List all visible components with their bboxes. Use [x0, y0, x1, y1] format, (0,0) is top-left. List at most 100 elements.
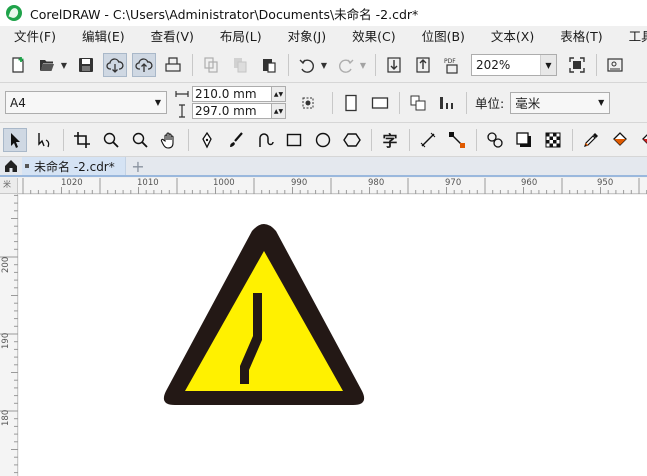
pick-tool-button[interactable]: [3, 128, 27, 152]
page-height-input[interactable]: 297.0 mm: [192, 103, 272, 119]
text-tool-button[interactable]: 字: [378, 128, 402, 152]
open-dropdown-arrow[interactable]: ▼: [60, 53, 68, 77]
folder-open-icon: [40, 60, 54, 71]
drop-shadow-button[interactable]: [512, 128, 536, 152]
menu-bitmaps[interactable]: 位图(B): [416, 26, 471, 48]
zoom-dropdown-arrow[interactable]: ▼: [540, 55, 556, 75]
landscape-icon: [371, 96, 389, 109]
ruler-label: 990: [291, 178, 308, 188]
page-width-spinner[interactable]: ▲▼: [272, 86, 286, 102]
page-size-combo[interactable]: A4 ▼: [5, 91, 167, 114]
transparency-tool-button[interactable]: [541, 128, 565, 152]
coreldraw-logo-icon: [6, 5, 22, 21]
units-dropdown-arrow[interactable]: ▼: [593, 98, 609, 107]
pages-stack-icon: [410, 95, 426, 110]
zoom-tool-button[interactable]: [99, 128, 123, 152]
print-button[interactable]: [161, 53, 185, 77]
ruler-units-mark: 米: [3, 180, 11, 189]
open-button[interactable]: [35, 53, 59, 77]
menu-text[interactable]: 文本(X): [485, 26, 540, 48]
rectangle-tool-button[interactable]: [282, 128, 306, 152]
landscape-button[interactable]: [368, 91, 392, 115]
all-pages-size-button[interactable]: [406, 91, 430, 115]
publish-pdf-button[interactable]: PDF: [440, 53, 464, 77]
artistic-media-button[interactable]: [224, 128, 248, 152]
pen-nib-icon: [202, 131, 212, 149]
new-tab-button[interactable]: +: [126, 157, 150, 176]
blend-tool-button[interactable]: [483, 128, 507, 152]
new-document-button[interactable]: [6, 53, 30, 77]
import-icon: [387, 57, 401, 73]
pan-tool-button[interactable]: [157, 128, 181, 152]
shape-node-icon: [38, 133, 50, 148]
document-tab[interactable]: 未命名 -2.cdr*: [22, 157, 126, 175]
portrait-button[interactable]: [339, 91, 363, 115]
undo-button[interactable]: [295, 53, 319, 77]
undo-dropdown-arrow[interactable]: ▼: [320, 53, 328, 77]
menu-edit[interactable]: 编辑(E): [76, 26, 131, 48]
page-height-spinner[interactable]: ▲▼: [272, 103, 286, 119]
bar-pages-icon: [440, 96, 453, 109]
smart-fill-button[interactable]: [637, 128, 647, 152]
road-narrows-warning-sign[interactable]: [161, 223, 367, 411]
pdf-label: PDF: [444, 58, 456, 65]
full-screen-preview-button[interactable]: [565, 53, 589, 77]
menu-effects[interactable]: 效果(C): [346, 26, 401, 48]
page-width-input[interactable]: 210.0 mm: [192, 86, 272, 102]
cloud-download-button[interactable]: [103, 53, 127, 77]
diagonal-line-icon: [420, 132, 436, 148]
copy-button[interactable]: [228, 53, 252, 77]
cut-button[interactable]: [199, 53, 223, 77]
ruler-origin[interactable]: 米: [0, 178, 18, 194]
freehand-tool-button[interactable]: [195, 128, 219, 152]
hand-icon: [160, 132, 174, 149]
page-height-icon: [175, 104, 189, 118]
menu-layout[interactable]: 布局(L): [214, 26, 268, 48]
options-button[interactable]: [603, 53, 627, 77]
menu-tools[interactable]: 工具(O): [623, 26, 647, 48]
zoom-level-combo[interactable]: 202% ▼: [471, 54, 557, 76]
welcome-screen-tab[interactable]: [0, 157, 22, 175]
bezier-curve-button[interactable]: [253, 128, 277, 152]
menu-file[interactable]: 文件(F): [8, 26, 62, 48]
crop-tool-button[interactable]: [70, 128, 94, 152]
import-button[interactable]: [382, 53, 406, 77]
connector-tool-button[interactable]: [445, 128, 469, 152]
toolbar-separator: [188, 129, 189, 151]
vertical-ruler[interactable]: 200 190 180: [0, 178, 18, 476]
drawing-canvas[interactable]: [19, 195, 647, 476]
dimension-tool-button[interactable]: [416, 128, 440, 152]
save-button[interactable]: [74, 53, 98, 77]
connector-icon: [449, 132, 465, 148]
paste-button[interactable]: [257, 53, 281, 77]
eyedropper-tool-button[interactable]: [579, 128, 603, 152]
cloud-upload-button[interactable]: [132, 53, 156, 77]
redo-dropdown-arrow[interactable]: ▼: [359, 53, 367, 77]
menu-view[interactable]: 查看(V): [145, 26, 200, 48]
redo-button[interactable]: [334, 53, 358, 77]
toolbar-separator: [399, 91, 400, 114]
menu-object[interactable]: 对象(J): [282, 26, 332, 48]
interactive-fill-button[interactable]: [608, 128, 632, 152]
curve-icon: [259, 133, 274, 147]
zoom-out-tool-button[interactable]: [128, 128, 152, 152]
toolbar-separator: [192, 54, 193, 76]
checkerboard-icon: [545, 132, 561, 148]
units-value: 毫米: [515, 96, 541, 111]
ellipse-tool-button[interactable]: [311, 128, 335, 152]
menu-table[interactable]: 表格(T): [554, 26, 608, 48]
export-button[interactable]: [411, 53, 435, 77]
active-tab-marker: [25, 164, 29, 168]
save-icon: [79, 58, 93, 72]
all-pages-button[interactable]: [296, 91, 320, 115]
page-size-dropdown-arrow[interactable]: ▼: [150, 98, 166, 107]
current-page-size-button[interactable]: [435, 91, 459, 115]
document-tab-label: 未命名 -2.cdr*: [34, 159, 115, 174]
cloud-download-icon: [106, 58, 124, 73]
horizontal-ruler[interactable]: 1020 1010 1000 990 980 970 960 950: [18, 178, 647, 194]
polygon-tool-button[interactable]: [340, 128, 364, 152]
smart-fill-icon: [642, 134, 647, 144]
shape-tool-button[interactable]: [32, 128, 56, 152]
paint-bucket-icon: [613, 132, 627, 146]
units-combo[interactable]: 毫米 ▼: [510, 91, 611, 114]
